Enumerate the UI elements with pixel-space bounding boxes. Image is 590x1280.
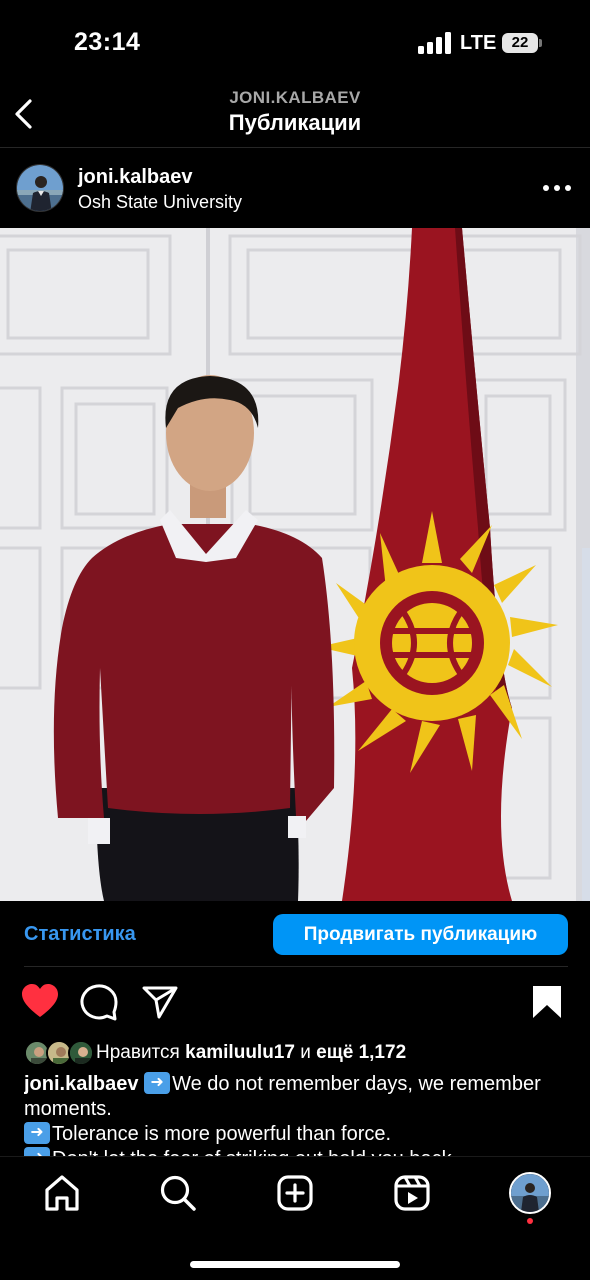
arrow-right-emoji-icon [144, 1072, 171, 1094]
post-location[interactable]: Osh State University [78, 192, 242, 213]
notification-dot [527, 1218, 533, 1224]
liker-avatars [24, 1040, 94, 1068]
heart-filled-icon[interactable] [20, 982, 60, 1022]
avatar [68, 1040, 94, 1066]
post-header: joni.kalbaev Osh State University [0, 148, 590, 228]
view-insights-link[interactable]: Статистика [24, 923, 136, 946]
liker-username[interactable]: kamiluulu17 [185, 1042, 295, 1063]
home-icon[interactable] [42, 1173, 82, 1213]
caption-username[interactable]: joni.kalbaev [24, 1073, 139, 1095]
post-author[interactable]: joni.kalbaev [78, 166, 193, 189]
likes-summary[interactable]: Нравится kamiluulu17 и ещё 1,172 [96, 1042, 406, 1064]
status-bar: 23:14 LTE 22 [0, 0, 590, 88]
bottom-nav [0, 1156, 590, 1280]
cellular-signal-icon [418, 32, 451, 54]
arrow-right-emoji-icon [24, 1122, 50, 1144]
post-caption: joni.kalbaev We do not remember days, we… [24, 1072, 570, 1156]
arrow-right-emoji-icon [24, 1147, 50, 1156]
battery-level: 22 [502, 33, 538, 53]
status-time: 23:14 [74, 28, 141, 56]
caption-line-2: Tolerance is more powerful than force. [52, 1123, 392, 1145]
page-header: JONI.KALBAEV Публикации [0, 88, 590, 148]
likes-row[interactable]: Нравится kamiluulu17 и ещё 1,172 [0, 1038, 590, 1068]
reels-icon[interactable] [392, 1173, 432, 1213]
likes-count[interactable]: ещё 1,172 [316, 1042, 406, 1063]
plus-square-icon[interactable] [275, 1173, 315, 1213]
send-icon[interactable] [140, 982, 180, 1022]
avatar[interactable] [16, 164, 64, 212]
battery-icon: 22 [502, 32, 542, 54]
network-type: LTE [460, 32, 497, 54]
post-actions [0, 980, 590, 1030]
boost-post-button[interactable]: Продвигать публикацию [273, 914, 568, 955]
comment-icon[interactable] [79, 982, 119, 1022]
caption-line-3: Don't let the fear of striking out hold … [52, 1148, 457, 1156]
likes-joiner: и [300, 1042, 311, 1063]
search-icon[interactable] [158, 1173, 198, 1213]
likes-prefix: Нравится [96, 1042, 180, 1063]
post-photo[interactable] [0, 228, 590, 901]
page-title: Публикации [228, 110, 362, 135]
more-horizontal-icon[interactable] [540, 174, 574, 202]
header-username: JONI.KALBAEV [229, 88, 361, 107]
insights-row: Статистика Продвигать публикацию [0, 901, 590, 967]
bookmark-filled-icon[interactable] [527, 982, 567, 1022]
profile-tab-avatar[interactable] [509, 1172, 551, 1214]
home-indicator [190, 1261, 400, 1268]
divider [24, 966, 568, 967]
